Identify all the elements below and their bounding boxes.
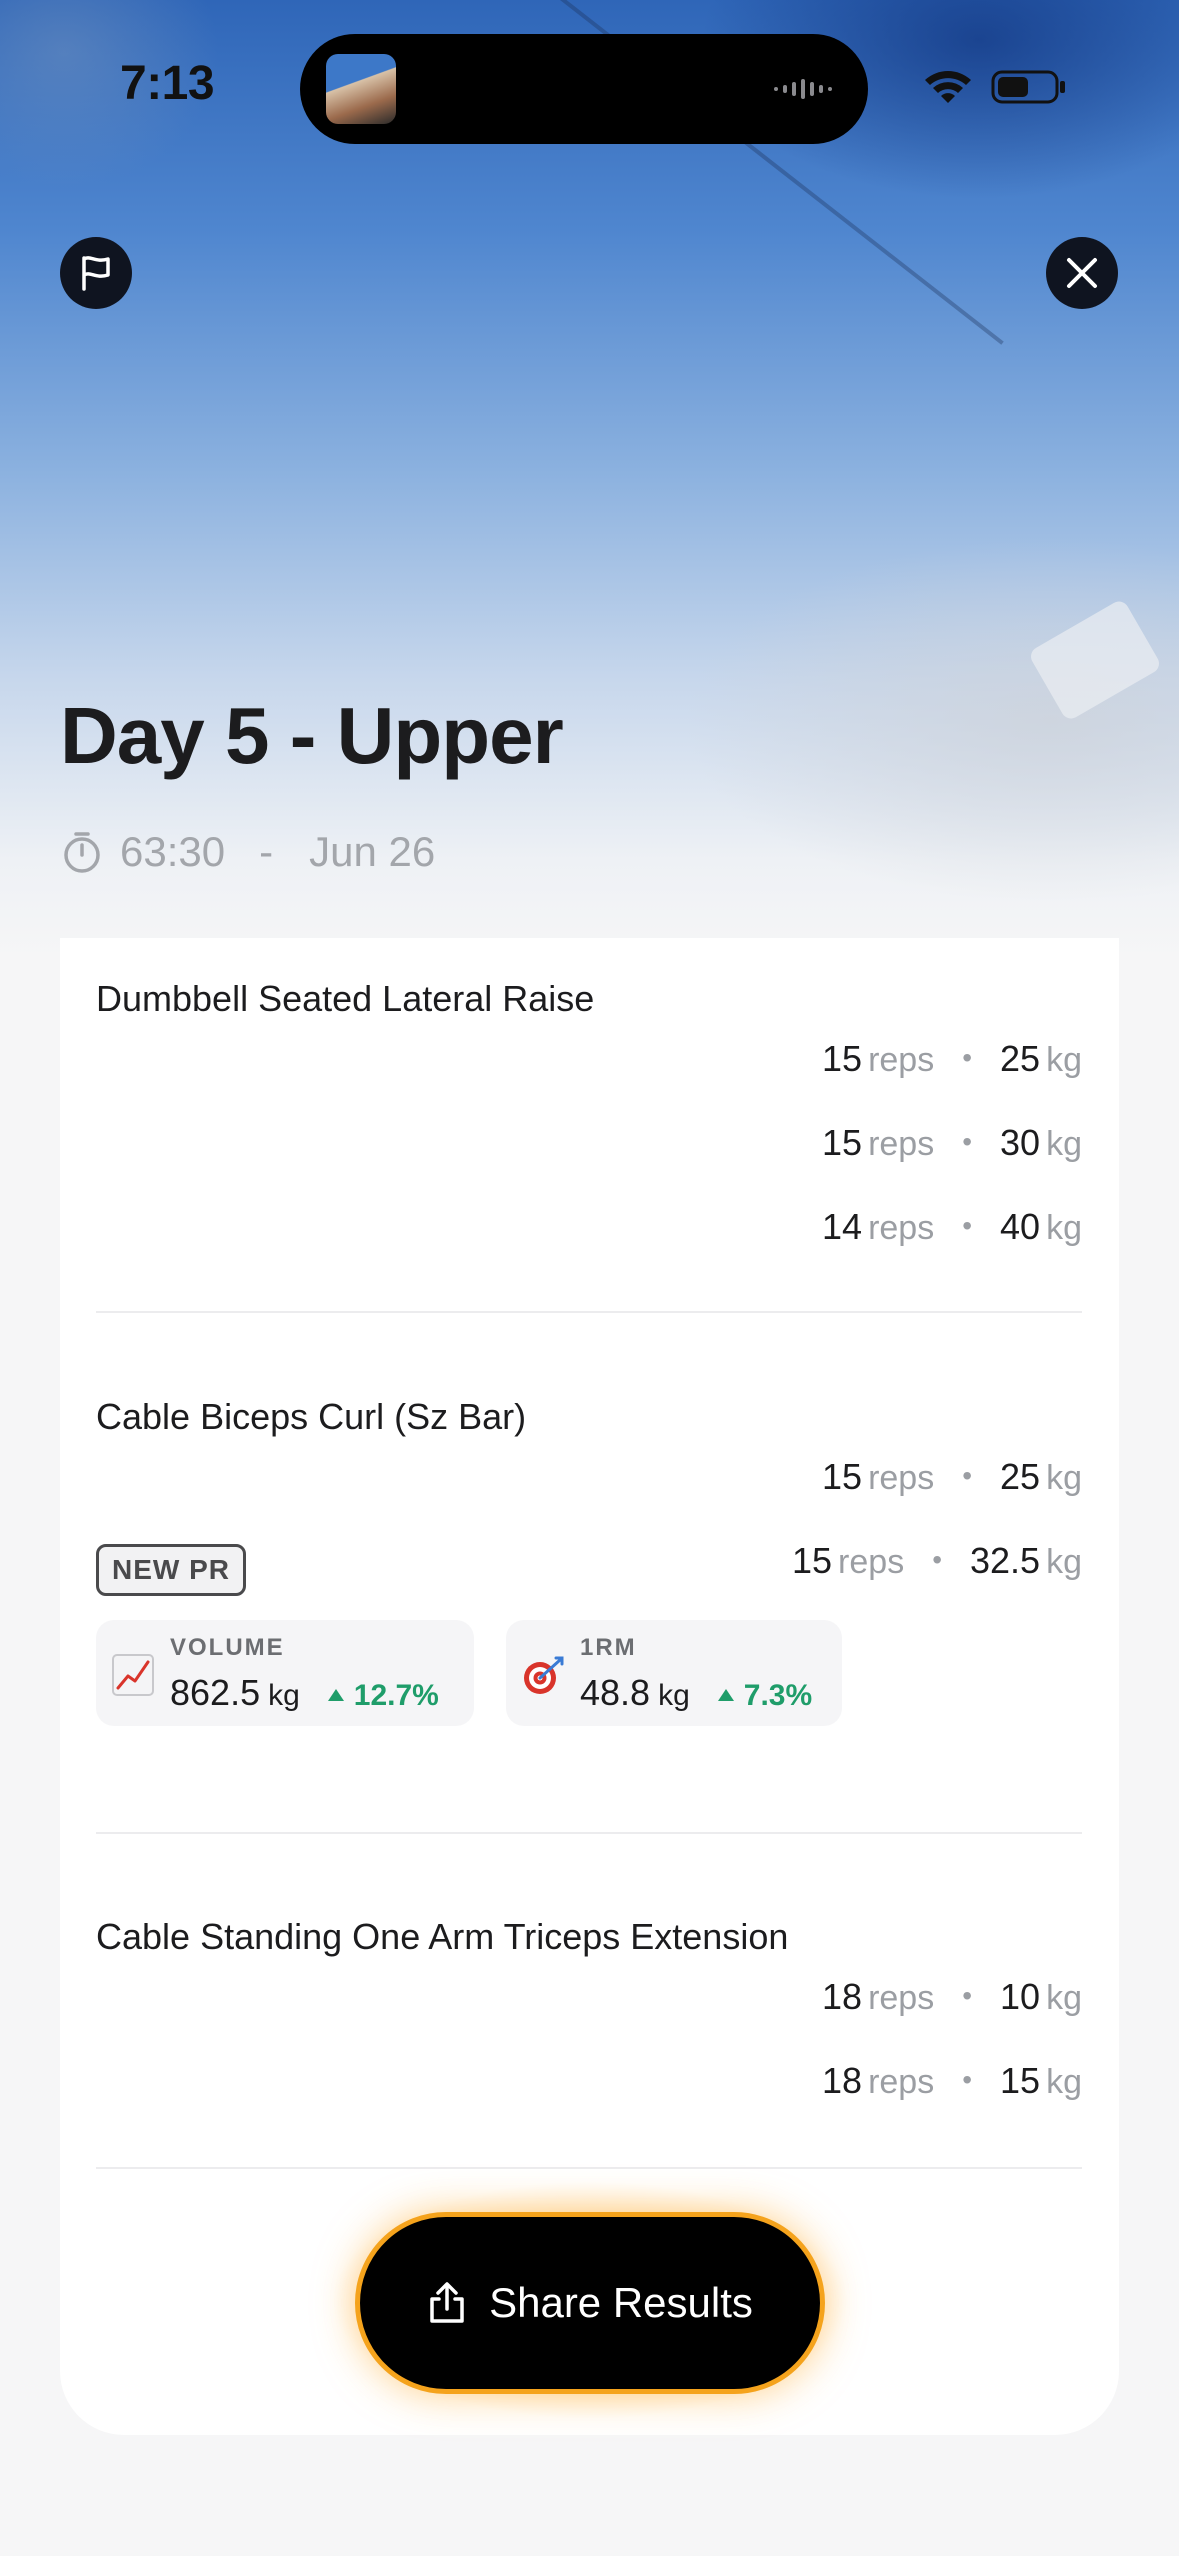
workout-meta: 63:30 - Jun 26	[62, 824, 435, 880]
set-weight: 40	[1000, 1206, 1041, 1247]
stat-number: 48.8	[580, 1672, 651, 1713]
workout-duration: 63:30	[120, 828, 226, 875]
battery-icon	[991, 70, 1065, 104]
share-results-button[interactable]: Share Results	[355, 2212, 825, 2394]
set-separator: •	[962, 1460, 973, 1491]
set-row: 15 reps • 30 kg	[822, 1122, 1082, 1172]
meta-separator: -	[259, 828, 274, 875]
reps-unit: reps	[868, 1125, 935, 1163]
set-reps: 14	[822, 1206, 863, 1247]
share-button-label: Share Results	[489, 2279, 753, 2326]
stopwatch-icon	[64, 832, 100, 873]
status-time: 7:13	[120, 57, 215, 110]
weight-unit: kg	[1046, 1041, 1082, 1079]
set-weight: 10	[1000, 1976, 1041, 2017]
stat-delta-value: 12.7%	[353, 1679, 439, 1712]
set-weight: 25	[1000, 1038, 1041, 1079]
weight-unit: kg	[1046, 1209, 1082, 1247]
set-row: 15 reps • 32.5 kg	[792, 1540, 1082, 1590]
stat-unit: kg	[658, 1679, 690, 1712]
set-row: 18 reps • 15 kg	[822, 2060, 1082, 2110]
set-row: 15 reps • 25 kg	[822, 1038, 1082, 1088]
stat-number: 862.5	[170, 1672, 261, 1713]
set-reps: 15	[822, 1456, 863, 1497]
set-separator: •	[932, 1544, 942, 1575]
set-separator: •	[962, 1042, 973, 1073]
status-icons	[925, 70, 1065, 104]
wifi-icon	[925, 71, 971, 103]
stat-delta: 7.3%	[717, 1679, 813, 1713]
set-row: 14 reps • 40 kg	[822, 1206, 1082, 1256]
set-reps: 15	[822, 1122, 863, 1163]
share-icon	[430, 2282, 464, 2323]
volume-stat-card: VOLUME 862.5 kg 12.7%	[96, 1620, 474, 1726]
exercise-name: Cable Standing One Arm Triceps Extension	[96, 1916, 789, 1957]
set-reps: 15	[822, 1038, 863, 1079]
weight-unit: kg	[1046, 1125, 1082, 1163]
exercise-name: Dumbbell Seated Lateral Raise	[96, 978, 595, 1019]
reps-unit: reps	[868, 1041, 935, 1079]
set-weight: 32.5	[970, 1540, 1041, 1581]
set-weight: 15	[1000, 2060, 1041, 2101]
stat-label: VOLUME	[170, 1634, 285, 1661]
set-reps: 18	[822, 2060, 863, 2101]
divider	[96, 1832, 1082, 1834]
weight-unit: kg	[1046, 1543, 1082, 1581]
set-separator: •	[962, 1980, 973, 2011]
flag-button[interactable]	[60, 237, 132, 309]
podcast-artwork	[326, 54, 396, 124]
chart-increasing-icon	[112, 1654, 154, 1696]
set-row: 18 reps • 10 kg	[822, 1976, 1082, 2026]
stat-delta: 12.7%	[327, 1679, 439, 1713]
weight-unit: kg	[1046, 1459, 1082, 1497]
set-separator: •	[962, 2064, 973, 2095]
reps-unit: reps	[868, 1979, 935, 2017]
exercise-name: Cable Biceps Curl (Sz Bar)	[96, 1396, 527, 1437]
hero-background	[0, 0, 1179, 960]
one-rep-max-stat-card: 1RM 48.8 kg 7.3%	[506, 1620, 842, 1726]
dynamic-island[interactable]	[300, 34, 868, 144]
set-reps: 15	[792, 1540, 833, 1581]
divider	[96, 2167, 1082, 2169]
weight-unit: kg	[1046, 1979, 1082, 2017]
target-icon	[524, 1656, 564, 1694]
audio-waveform-icon	[774, 79, 832, 99]
weight-unit: kg	[1046, 2063, 1082, 2101]
set-reps: 18	[822, 1976, 863, 2017]
up-arrow-icon	[717, 1689, 734, 1701]
workout-title: Day 5 - Upper	[60, 691, 564, 780]
set-weight: 25	[1000, 1456, 1041, 1497]
up-arrow-icon	[327, 1689, 344, 1701]
reps-unit: reps	[868, 1209, 935, 1247]
reps-unit: reps	[838, 1543, 905, 1581]
stat-unit: kg	[268, 1679, 300, 1712]
handle-image	[1027, 597, 1163, 723]
workout-date: Jun 26	[309, 828, 436, 875]
stat-delta-value: 7.3%	[743, 1679, 813, 1712]
set-row: 15 reps • 25 kg	[822, 1456, 1082, 1506]
stat-label: 1RM	[580, 1634, 637, 1661]
flag-icon	[82, 256, 110, 291]
set-separator: •	[962, 1126, 973, 1157]
reps-unit: reps	[868, 2063, 935, 2101]
set-separator: •	[962, 1210, 973, 1241]
reps-unit: reps	[868, 1459, 935, 1497]
set-weight: 30	[1000, 1122, 1041, 1163]
close-icon	[1067, 258, 1097, 288]
divider	[96, 1311, 1082, 1313]
stat-value: 48.8 kg 7.3%	[580, 1672, 812, 1714]
new-pr-badge: NEW PR	[96, 1544, 246, 1596]
close-button[interactable]	[1046, 237, 1118, 309]
stat-value: 862.5 kg 12.7%	[170, 1672, 439, 1714]
